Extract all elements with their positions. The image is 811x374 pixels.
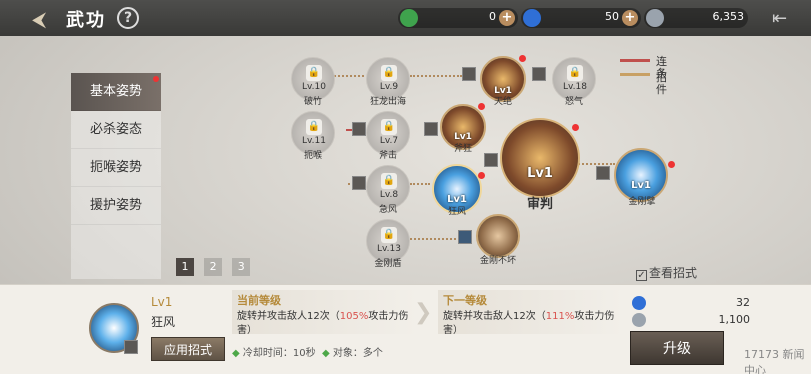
tab-support-stance[interactable]: 援护姿势 bbox=[71, 187, 161, 225]
skill-name: 狂风 bbox=[447, 207, 466, 217]
notification-dot bbox=[668, 161, 675, 168]
resource-silver-coin: 6,353 bbox=[644, 8, 748, 28]
page-title: 武功 bbox=[66, 10, 106, 31]
silver-coin-icon bbox=[646, 9, 664, 27]
page-1-button[interactable]: 1 bbox=[176, 258, 194, 276]
green-gem-icon bbox=[400, 9, 418, 27]
connector bbox=[334, 75, 364, 77]
page-selector: 1 2 3 bbox=[176, 255, 255, 276]
skill-name: 金刚盾 bbox=[374, 259, 402, 269]
connector bbox=[410, 75, 462, 77]
skill-name: 审判 bbox=[526, 197, 553, 212]
skill-name: 金刚不坏 bbox=[479, 256, 516, 266]
checkmark-icon: ✓ bbox=[636, 270, 647, 281]
watermark-logo: 17173 新闻中心 bbox=[744, 348, 805, 374]
skill-name: 金刚擘 bbox=[628, 197, 656, 207]
legend-condition-label: 条件 bbox=[656, 67, 667, 96]
slot-square bbox=[124, 340, 138, 354]
shield-slot-icon bbox=[458, 230, 472, 244]
notification-dot bbox=[478, 172, 485, 179]
slot-square bbox=[462, 67, 476, 81]
add-blue-flame-button[interactable]: + bbox=[622, 10, 638, 26]
skill-name: 斧击 bbox=[378, 151, 397, 161]
slot-square bbox=[532, 67, 546, 81]
skill-node-shenpan[interactable]: Lv1 bbox=[500, 118, 580, 198]
top-bar: ⮜ 武功 ? 0 + 50 + 6,353 ⇤ bbox=[0, 0, 811, 36]
current-level-box: 当前等级 旋转并攻击敌人12次（105%攻击力伤害） bbox=[232, 290, 417, 336]
page-2-button[interactable]: 2 bbox=[204, 258, 223, 276]
stance-tab-list: 基本姿势 必杀姿态 扼喉姿势 援护姿势 bbox=[71, 73, 161, 279]
lock-icon: 🔒 bbox=[306, 65, 322, 81]
skill-name: 破竹 bbox=[303, 97, 322, 107]
notification-dot bbox=[153, 76, 159, 82]
lock-icon: 🔒 bbox=[381, 65, 397, 81]
resource-blue-flame: 50 + bbox=[521, 8, 641, 28]
notification-dot bbox=[572, 124, 579, 131]
lock-icon: 🔒 bbox=[381, 173, 397, 189]
lock-icon: 🔒 bbox=[381, 227, 397, 243]
lock-icon: 🔒 bbox=[567, 65, 583, 81]
silver-coin-icon bbox=[632, 313, 646, 327]
tab-finisher-stance[interactable]: 必杀姿态 bbox=[71, 111, 161, 149]
tab-choke-stance[interactable]: 扼喉姿势 bbox=[71, 149, 161, 187]
condition-line-swatch bbox=[620, 73, 650, 76]
apply-move-button[interactable]: 应用招式 bbox=[151, 337, 225, 361]
connector bbox=[575, 163, 615, 165]
next-level-box: 下一等级 旋转并攻击敌人12次（111%攻击力伤害） bbox=[438, 290, 623, 336]
skill-node-jingangbuhuai[interactable] bbox=[476, 214, 520, 258]
connector bbox=[410, 183, 430, 185]
page-3-button[interactable]: 3 bbox=[232, 258, 251, 276]
skill-name: 急风 bbox=[378, 205, 397, 215]
back-arrow-icon[interactable]: ⮜ bbox=[32, 7, 46, 31]
chevron-right-icon: ❯ bbox=[414, 300, 433, 325]
view-moves-checkbox[interactable]: ✓ 查看招式 bbox=[636, 264, 697, 281]
skill-name: 怒气 bbox=[564, 97, 583, 107]
lock-icon: 🔒 bbox=[306, 119, 322, 135]
blue-flame-icon bbox=[632, 296, 646, 310]
skill-name: 扼喉 bbox=[303, 151, 322, 161]
notification-dot bbox=[519, 55, 526, 62]
skill-name: 狂龙出海 bbox=[369, 97, 406, 107]
blue-flame-icon bbox=[523, 9, 541, 27]
add-green-gem-button[interactable]: + bbox=[499, 10, 515, 26]
combo-line-swatch bbox=[620, 59, 650, 62]
skill-meta: ◆ 冷却时间：10秒 ◆ 对象：多个 bbox=[232, 348, 383, 359]
tab-basic-stance[interactable]: 基本姿势 bbox=[71, 73, 161, 111]
slot-square bbox=[596, 166, 610, 180]
help-icon[interactable]: ? bbox=[117, 7, 139, 29]
slot-square bbox=[424, 122, 438, 136]
skill-name: 狂风 bbox=[151, 315, 176, 329]
slot-square bbox=[352, 176, 366, 190]
upgrade-button[interactable]: 升级 bbox=[630, 331, 724, 365]
slot-square bbox=[484, 153, 498, 167]
resource-green-gem: 0 + bbox=[398, 8, 518, 28]
slot-square bbox=[352, 122, 366, 136]
skill-level: Lv1 bbox=[151, 295, 173, 309]
exit-icon[interactable]: ⇤ bbox=[772, 8, 794, 29]
notification-dot bbox=[478, 103, 485, 110]
lock-icon: 🔒 bbox=[381, 119, 397, 135]
